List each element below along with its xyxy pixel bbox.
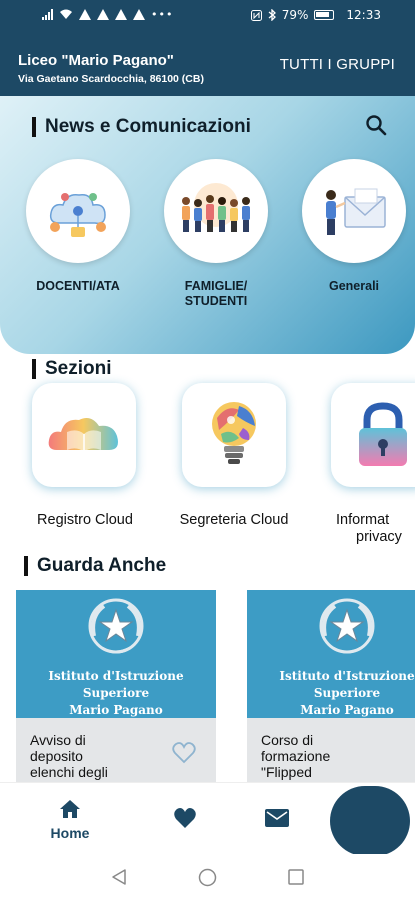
all-groups-button[interactable]: TUTTI I GRUPPI <box>280 56 395 73</box>
system-navigation-bar <box>0 854 415 900</box>
guarda-anche-section-title: Guarda Anche <box>24 555 166 577</box>
status-right-icons: 79% 12:33 <box>250 8 381 22</box>
card-institute-line3: Mario Pagano <box>300 703 394 717</box>
card-title: Corso di formazione "Flipped <box>261 732 391 780</box>
italian-emblem-icon <box>88 598 144 654</box>
nav-home-label: Home <box>50 825 90 841</box>
status-bar: ••• 79% 12:33 <box>0 0 415 34</box>
mail-person-icon <box>326 188 386 235</box>
card-title-line2: deposito <box>30 748 83 764</box>
warning-icon <box>115 9 127 20</box>
padlock-icon <box>359 402 407 466</box>
category-docenti-circle[interactable] <box>26 159 130 263</box>
card-institute-line2: Superiore <box>82 686 150 700</box>
section-label-registro: Registro Cloud <box>37 512 133 528</box>
news-card[interactable]: Istituto d'Istruzione Superiore Mario Pa… <box>247 590 415 782</box>
card-institute-name: Istituto d'Istruzione Superiore Mario Pa… <box>16 668 216 719</box>
category-famiglie-label-line2: STUDENTI <box>184 294 248 308</box>
nfc-icon <box>250 9 262 21</box>
sezioni-title-text: Sezioni <box>45 358 112 379</box>
category-famiglie-label: FAMIGLIE/ STUDENTI <box>164 279 268 309</box>
nav-favorites[interactable] <box>173 807 197 833</box>
category-famiglie-circle[interactable] <box>164 159 268 263</box>
home-icon <box>60 800 80 818</box>
title-bar-marker <box>32 117 36 137</box>
news-section-title: News e Comunicazioni <box>32 116 251 138</box>
people-group-icon <box>182 183 250 232</box>
back-icon[interactable] <box>110 868 128 886</box>
card-institute-name: Istituto d'Istruzione Superiore Mario Pa… <box>247 668 415 719</box>
warning-icon <box>79 9 91 20</box>
sezioni-section-title: Sezioni <box>32 358 112 380</box>
card-image: Istituto d'Istruzione Superiore Mario Pa… <box>247 590 415 718</box>
battery-percent: 79% <box>281 8 309 22</box>
news-card[interactable]: Istituto d'Istruzione Superiore Mario Pa… <box>16 590 216 782</box>
app-header: Liceo "Mario Pagano" Via Gaetano Scardoc… <box>0 34 415 96</box>
signal-icon <box>42 9 53 20</box>
warning-icon <box>97 9 109 20</box>
news-title-text: News e Comunicazioni <box>45 116 251 137</box>
heart-icon <box>174 808 196 828</box>
card-institute-line1: Istituto d'Istruzione <box>279 669 415 683</box>
wifi-icon <box>60 9 72 19</box>
italian-emblem-icon <box>319 598 375 654</box>
guarda-anche-title-text: Guarda Anche <box>37 555 167 576</box>
lightbulb-icon <box>212 402 256 464</box>
nav-messages[interactable] <box>265 809 289 831</box>
section-label-segreteria: Segreteria Cloud <box>179 512 289 528</box>
recents-square-icon[interactable] <box>288 869 304 885</box>
school-address: Via Gaetano Scardocchia, 86100 (CB) <box>18 73 204 85</box>
card-image: Istituto d'Istruzione Superiore Mario Pa… <box>16 590 216 718</box>
category-generali-circle[interactable] <box>302 159 406 263</box>
home-circle-icon[interactable] <box>198 868 217 887</box>
card-institute-line2: Superiore <box>313 686 381 700</box>
card-title-line3: elenchi degli <box>30 764 108 780</box>
title-bar-marker <box>24 556 28 576</box>
status-left-icons: ••• <box>42 8 173 21</box>
card-institute-line3: Mario Pagano <box>69 703 163 717</box>
section-tile-privacy[interactable] <box>331 383 415 487</box>
category-famiglie-label-line1: FAMIGLIE/ <box>184 279 248 293</box>
section-label-privacy: Informat privacy <box>336 512 415 546</box>
more-dots-icon: ••• <box>151 8 174 21</box>
warning-icon <box>133 9 145 20</box>
section-tile-registro[interactable] <box>32 383 136 487</box>
category-docenti-label: DOCENTI/ATA <box>36 279 120 293</box>
search-icon[interactable] <box>365 114 387 136</box>
app-screen: ••• 79% 12:33 Liceo "Mario Pagano" Via G… <box>0 0 415 900</box>
card-title: Avviso di deposito elenchi degli <box>30 732 160 780</box>
card-institute-line1: Istituto d'Istruzione <box>48 669 184 683</box>
category-generali[interactable]: Generali <box>302 159 406 294</box>
section-tile-segreteria[interactable] <box>182 383 286 487</box>
card-title-line2: formazione <box>261 748 331 764</box>
clock: 12:33 <box>346 8 381 22</box>
battery-icon <box>314 10 335 20</box>
category-famiglie[interactable]: FAMIGLIE/ STUDENTI <box>164 159 268 309</box>
book-cloud-icon <box>48 418 118 452</box>
card-title-line3: "Flipped <box>261 764 312 780</box>
nav-home[interactable]: Home <box>48 799 92 841</box>
title-bar-marker <box>32 359 36 379</box>
school-name: Liceo "Mario Pagano" <box>18 52 174 69</box>
card-title-line1: Avviso di <box>30 732 86 748</box>
section-label-privacy-line2: privacy <box>356 529 402 545</box>
cloud-network-icon <box>49 193 106 237</box>
mail-icon <box>265 809 289 827</box>
bluetooth-icon <box>268 9 276 21</box>
category-generali-label: Generali <box>328 279 380 293</box>
news-panel: News e Comunicazioni DOCENTI/ATA FAMIGLI… <box>0 96 415 354</box>
floating-action-button[interactable] <box>330 786 410 856</box>
card-title-line1: Corso di <box>261 732 314 748</box>
section-label-privacy-line1: Informat <box>336 512 390 528</box>
heart-outline-icon[interactable] <box>172 742 196 764</box>
category-docenti[interactable]: DOCENTI/ATA <box>26 159 130 294</box>
